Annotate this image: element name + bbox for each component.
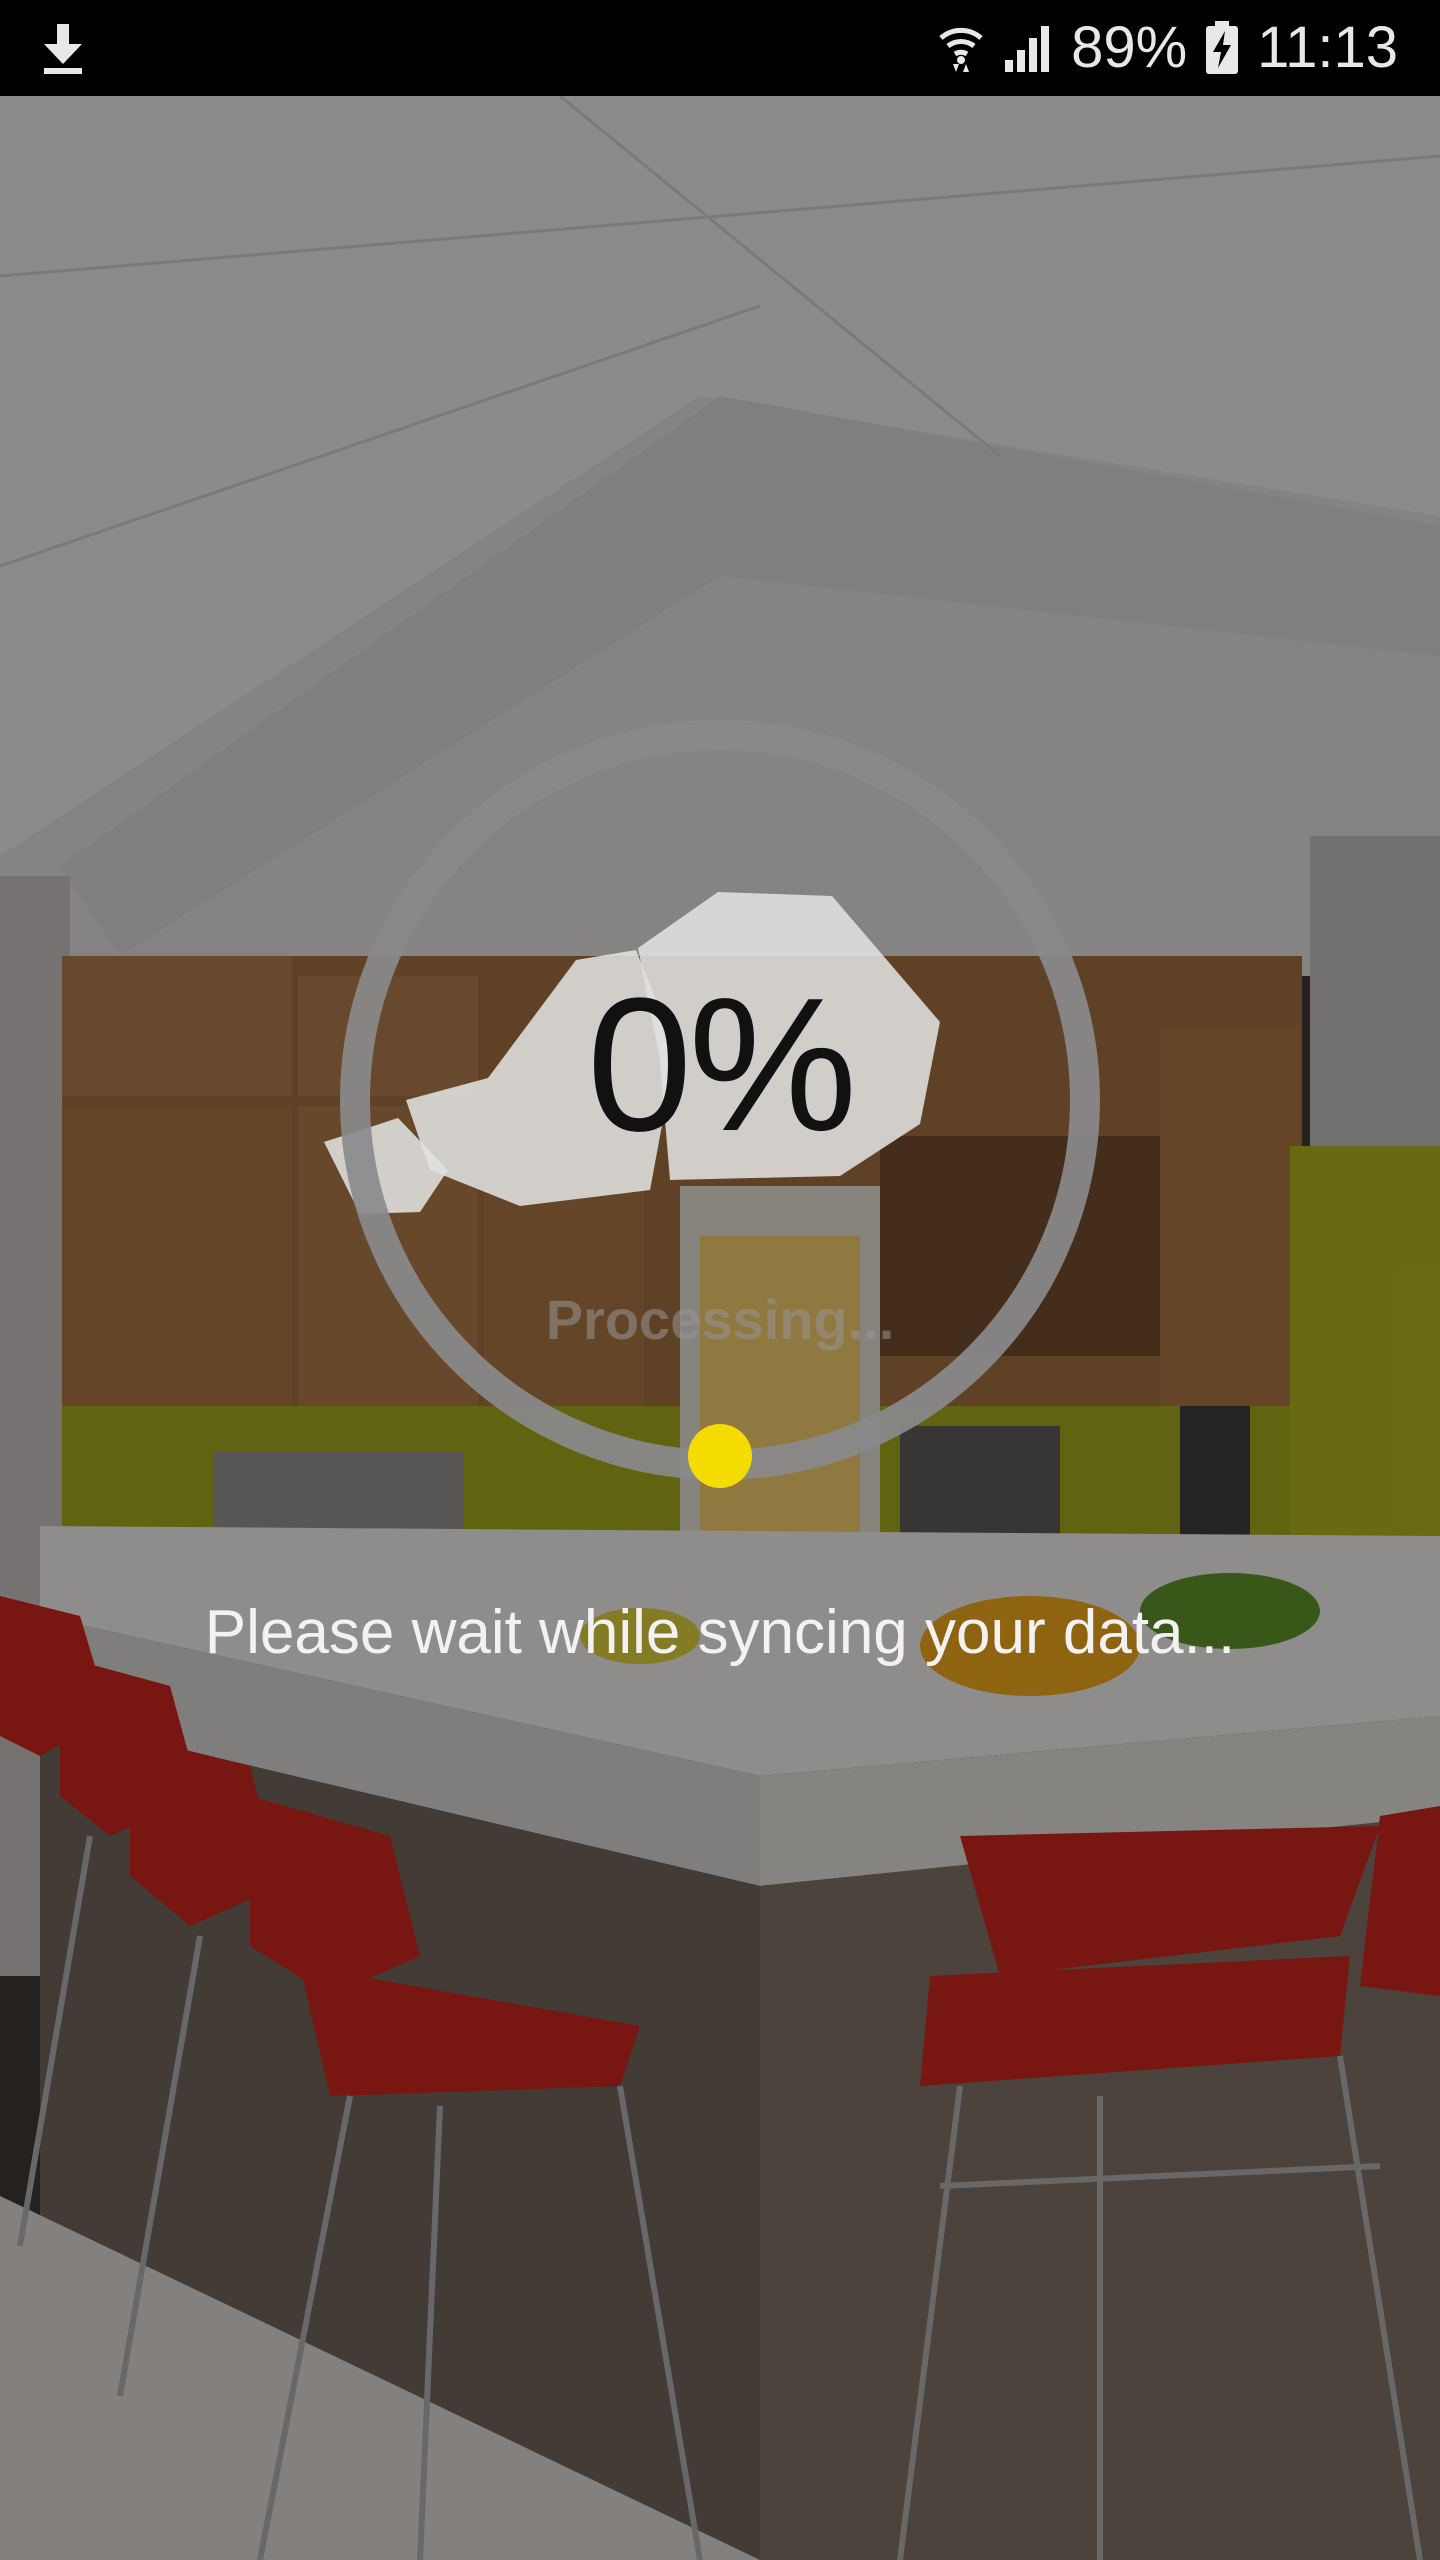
- battery-percent: 89%: [1071, 15, 1188, 80]
- signal-icon: [1003, 24, 1053, 72]
- sync-progress-ring: 0% Processing...: [320, 700, 1120, 1500]
- wifi-icon: [937, 22, 985, 74]
- sync-message: Please wait while syncing your data...: [204, 1598, 1236, 1667]
- clock: 11:13: [1257, 15, 1398, 80]
- download-icon: [40, 22, 86, 74]
- progress-percent: 0%: [586, 959, 858, 1171]
- progress-indicator: [688, 1424, 752, 1488]
- status-bar: 89% 11:13: [0, 0, 1440, 96]
- battery-charging-icon: [1205, 21, 1239, 75]
- status-icons: 89% 11:13: [937, 0, 1398, 96]
- processing-label: Processing...: [545, 1288, 895, 1351]
